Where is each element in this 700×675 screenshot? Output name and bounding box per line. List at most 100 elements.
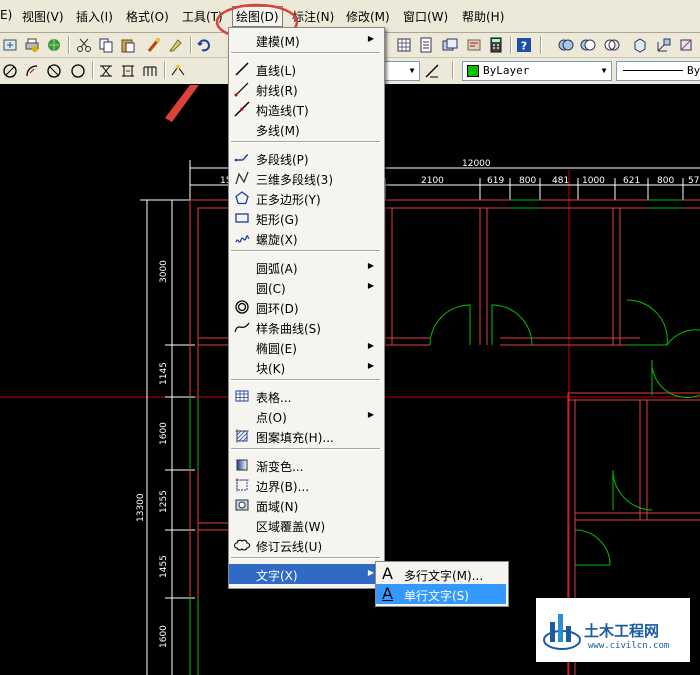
- dim-label: 1255: [159, 490, 169, 513]
- menu-item-ellipse[interactable]: 椭圆(E) ▶: [229, 337, 382, 357]
- dim-linear-icon[interactable]: [142, 63, 158, 79]
- menu-item-single-line-text[interactable]: A 单行文字(S): [376, 584, 506, 604]
- menu-item-multiline[interactable]: 多线(M): [229, 119, 382, 139]
- draw-menu: 建模(M) ▶ 直线(L) 射线(R) 构造线(T) 多线(M) 多段线(P) 三…: [228, 27, 385, 589]
- linetype-combo-value: ByLayer: [483, 64, 530, 77]
- menu-format[interactable]: 格式(O): [126, 8, 169, 25]
- tool-palettes-icon[interactable]: [418, 37, 434, 53]
- menu-item-polygon[interactable]: 正多边形(Y): [229, 188, 382, 208]
- lineweight-combo[interactable]: By: [616, 61, 700, 81]
- calculator-icon[interactable]: [488, 37, 504, 53]
- pan-realtime-icon[interactable]: [2, 37, 18, 53]
- dim-label: 1145: [159, 362, 169, 385]
- stretch-icon[interactable]: [120, 63, 136, 79]
- region-icon: [235, 499, 249, 511]
- menu-item-gradient[interactable]: 渐变色...: [229, 455, 382, 475]
- menu-item-table[interactable]: 表格...: [229, 386, 382, 406]
- menu-item-helix[interactable]: 螺旋(X): [229, 228, 382, 248]
- menu-item-wipeout[interactable]: 区域覆盖(W): [229, 515, 382, 535]
- linetype-combo[interactable]: ByLayer ▼: [462, 61, 612, 81]
- menu-item-modeling[interactable]: 建模(M) ▶: [229, 30, 382, 50]
- menu-item-boundary[interactable]: 边界(B)...: [229, 475, 382, 495]
- menu-modify[interactable]: 修改(M): [346, 8, 390, 25]
- menu-item-ray[interactable]: 射线(R): [229, 79, 382, 99]
- table-icon: [235, 390, 249, 402]
- hatch-icon: [235, 429, 249, 443]
- dim-label: 1455: [159, 555, 169, 578]
- menu-window[interactable]: 窗口(W): [403, 8, 448, 25]
- menu-item-line[interactable]: 直线(L): [229, 59, 382, 79]
- spline-icon: [234, 322, 250, 333]
- dim-label: 619: [487, 176, 504, 186]
- match-properties-icon[interactable]: [146, 37, 162, 53]
- dim-label: 1600: [159, 625, 169, 648]
- menu-item-polyline[interactable]: 多段线(P): [229, 148, 382, 168]
- subtract-icon[interactable]: [580, 37, 596, 53]
- dim-label: 13300: [136, 493, 146, 522]
- menu-item-point[interactable]: 点(O) ▶: [229, 406, 382, 426]
- paste-icon[interactable]: [120, 37, 136, 53]
- menu-item-text[interactable]: 文字(X) ▶: [229, 564, 382, 584]
- menu-item-spline[interactable]: 样条曲线(S): [229, 317, 382, 337]
- lineweight-combo-value: By: [687, 64, 700, 77]
- submenu-arrow-icon: ▶: [367, 281, 374, 290]
- help-icon[interactable]: ?: [516, 37, 532, 53]
- color-swatch-icon: [467, 65, 479, 77]
- dimension-text-left: 3000 1145 1600 1255 13300 1455 1600: [136, 260, 169, 648]
- menu-item-construction-line[interactable]: 构造线(T): [229, 99, 382, 119]
- sheet-set-icon[interactable]: [442, 37, 458, 53]
- markup-set-icon[interactable]: [466, 37, 482, 53]
- circle-icon[interactable]: [2, 63, 18, 79]
- cut-icon[interactable]: [76, 37, 92, 53]
- menu-item-donut[interactable]: 圆环(D): [229, 297, 382, 317]
- menu-item-3d-polyline[interactable]: 三维多段线(3): [229, 168, 382, 188]
- menu-item-revcloud[interactable]: 修订云线(U): [229, 535, 382, 555]
- dim-label: 12000: [462, 159, 491, 169]
- dim-label: 481: [552, 176, 569, 186]
- make-object-layer-current-icon[interactable]: [424, 63, 440, 79]
- intersect-icon[interactable]: [604, 37, 620, 53]
- submenu-arrow-icon: ▶: [367, 410, 374, 419]
- box-icon[interactable]: [632, 37, 648, 53]
- publish-icon[interactable]: [46, 37, 62, 53]
- menu-item-circle[interactable]: 圆(C) ▶: [229, 277, 382, 297]
- 3d-rotate-icon[interactable]: [678, 37, 694, 53]
- dim-label: 1000: [582, 176, 605, 186]
- menu-item-block[interactable]: 块(K) ▶: [229, 357, 382, 377]
- chevron-down-icon[interactable]: ▼: [597, 62, 611, 80]
- submenu-arrow-icon: ▶: [367, 361, 374, 370]
- menu-item-multiline-text[interactable]: A 多行文字(M)...: [376, 564, 506, 584]
- plot-icon[interactable]: [24, 37, 40, 53]
- menu-help[interactable]: 帮助(H): [462, 8, 504, 25]
- gradient-icon: [236, 459, 248, 471]
- 3d-move-icon[interactable]: [656, 37, 672, 53]
- layer-state-icon[interactable]: [170, 63, 186, 79]
- menu-item-region[interactable]: 面域(N): [229, 495, 382, 515]
- ellipse-tool-icon[interactable]: [46, 63, 62, 79]
- design-center-icon[interactable]: [396, 37, 412, 53]
- submenu-arrow-icon: ▶: [367, 341, 374, 350]
- watermark-logo: 土木工程网 www.civilcn.com: [536, 598, 690, 662]
- align-icon[interactable]: [98, 63, 114, 79]
- menu-view[interactable]: 视图(V): [22, 8, 64, 25]
- submenu-arrow-icon: ▶: [367, 568, 374, 577]
- copy-icon[interactable]: [98, 37, 114, 53]
- watermark-url: www.civilcn.com: [588, 641, 670, 651]
- menu-insert[interactable]: 插入(I): [76, 8, 113, 25]
- arc-tool-icon[interactable]: [24, 63, 40, 79]
- undo-icon[interactable]: [196, 37, 212, 53]
- block-editor-icon[interactable]: [168, 37, 184, 53]
- dim-label: 621: [623, 176, 640, 186]
- polyline-icon: [234, 154, 249, 162]
- annotation-arrow-top: [165, 85, 199, 122]
- menu-edit[interactable]: E): [0, 8, 12, 22]
- menu-item-arc[interactable]: 圆弧(A) ▶: [229, 257, 382, 277]
- union-icon[interactable]: [558, 37, 574, 53]
- dim-label: 800: [657, 176, 674, 186]
- donut-icon: [235, 300, 249, 314]
- menu-item-rectangle[interactable]: 矩形(G): [229, 208, 382, 228]
- trim-icon[interactable]: [70, 63, 86, 79]
- menu-item-hatch[interactable]: 图案填充(H)...: [229, 426, 382, 446]
- chevron-down-icon[interactable]: ▼: [405, 62, 419, 80]
- ray-icon: [234, 82, 249, 97]
